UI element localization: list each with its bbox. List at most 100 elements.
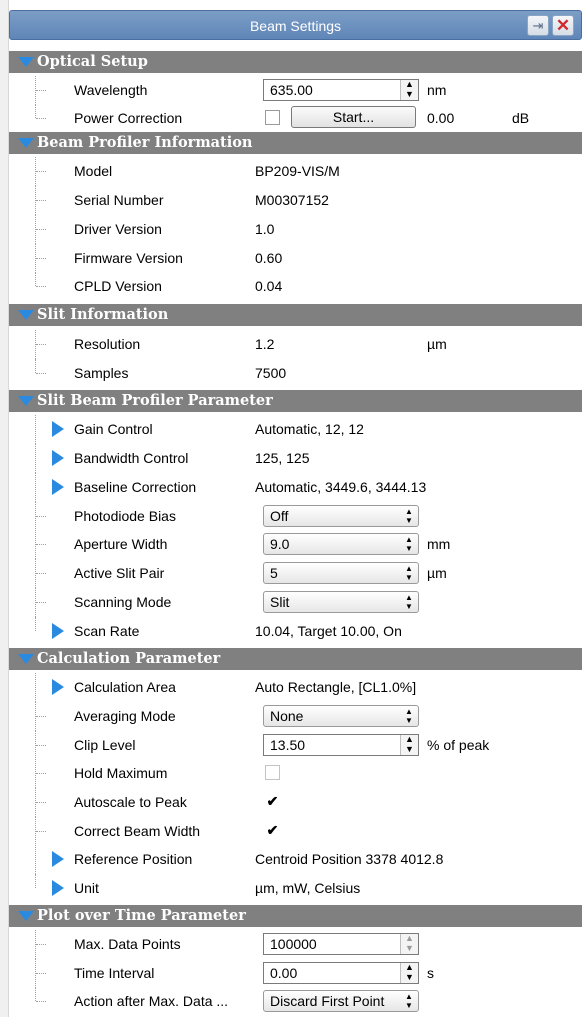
max-data-points-label: Max. Data Points: [74, 936, 181, 952]
collapse-triangle-icon[interactable]: [18, 310, 34, 320]
resolution-value: 1.2: [255, 336, 275, 352]
wavelength-value[interactable]: 635.00: [270, 82, 313, 98]
row-calculation-area[interactable]: Calculation Area Auto Rectangle, [CL1.0%…: [9, 673, 582, 702]
row-bandwidth-control[interactable]: Bandwidth Control 125, 125: [9, 444, 582, 473]
category-plot-over-time-parameter[interactable]: Plot over Time Parameter: [9, 905, 582, 927]
scan-rate-value: 10.04, Target 10.00, On: [255, 623, 402, 639]
scanning-mode-label: Scanning Mode: [74, 594, 172, 610]
category-label: Beam Profiler Information: [37, 134, 253, 151]
row-gain-control[interactable]: Gain Control Automatic, 12, 12: [9, 415, 582, 444]
averaging-mode-combo[interactable]: None ▲ ▼: [263, 705, 419, 727]
expand-arrow-icon[interactable]: [52, 623, 64, 639]
category-label: Slit Information: [37, 306, 169, 323]
averaging-mode-value[interactable]: None: [270, 708, 303, 724]
action-after-max-combo[interactable]: Discard First Point ▲ ▼: [263, 990, 419, 1012]
action-after-max-label: Action after Max. Data ...: [74, 993, 229, 1009]
row-averaging-mode: Averaging Mode None ▲ ▼: [9, 702, 582, 731]
scanning-mode-value[interactable]: Slit: [270, 594, 289, 610]
close-icon[interactable]: ✕: [552, 15, 574, 36]
wavelength-spinbox[interactable]: 635.00 ▲ ▼: [263, 79, 419, 101]
active-slit-pair-value[interactable]: 5: [270, 565, 278, 581]
autoscale-to-peak-checkbox[interactable]: ✔: [265, 794, 280, 809]
start-button[interactable]: Start...: [291, 106, 416, 128]
row-driver-version: Driver Version 1.0: [9, 215, 582, 244]
aperture-width-label: Aperture Width: [74, 536, 168, 552]
row-cpld-version: CPLD Version 0.04: [9, 272, 582, 301]
reference-position-value: Centroid Position 3378 4012.8: [255, 851, 444, 867]
active-slit-pair-label: Active Slit Pair: [74, 565, 165, 581]
category-optical-setup[interactable]: Optical Setup: [9, 51, 582, 73]
collapse-triangle-icon[interactable]: [18, 911, 34, 921]
category-slit-information[interactable]: Slit Information: [9, 304, 582, 326]
averaging-mode-label: Averaging Mode: [74, 708, 176, 724]
wavelength-unit: nm: [427, 82, 447, 98]
scanning-mode-combo[interactable]: Slit ▲ ▼: [263, 591, 419, 613]
time-interval-label: Time Interval: [74, 965, 155, 981]
bandwidth-control-value: 125, 125: [255, 450, 310, 466]
cpld-version-value: 0.04: [255, 278, 283, 294]
expand-arrow-icon[interactable]: [52, 479, 64, 495]
expand-arrow-icon[interactable]: [52, 450, 64, 466]
baseline-correction-label: Baseline Correction: [74, 479, 197, 495]
gain-control-label: Gain Control: [74, 421, 153, 437]
row-baseline-correction[interactable]: Baseline Correction Automatic, 3449.6, 3…: [9, 473, 582, 502]
expand-arrow-icon[interactable]: [52, 880, 64, 896]
row-wavelength: Wavelength 635.00 ▲ ▼ nm: [9, 76, 582, 105]
power-correction-checkbox[interactable]: [265, 110, 280, 125]
clip-level-spinbox[interactable]: 13.50 ▲ ▼: [263, 734, 419, 756]
time-interval-spinbox[interactable]: 0.00 ▲ ▼: [263, 962, 419, 984]
action-after-max-value[interactable]: Discard First Point: [270, 993, 384, 1009]
row-reference-position[interactable]: Reference Position Centroid Position 337…: [9, 845, 582, 874]
category-beam-profiler-information[interactable]: Beam Profiler Information: [9, 132, 582, 154]
combo-arrows-icon[interactable]: ▲ ▼: [404, 593, 414, 611]
aperture-width-value[interactable]: 9.0: [270, 536, 289, 552]
photodiode-bias-value[interactable]: Off: [270, 508, 288, 524]
combo-arrows-icon[interactable]: ▲ ▼: [404, 507, 414, 525]
row-samples: Samples 7500: [9, 359, 582, 388]
expand-arrow-icon[interactable]: [52, 851, 64, 867]
combo-arrows-icon[interactable]: ▲ ▼: [404, 707, 414, 725]
firmware-version-label: Firmware Version: [74, 250, 183, 266]
photodiode-bias-label: Photodiode Bias: [74, 508, 176, 524]
row-hold-maximum: Hold Maximum: [9, 759, 582, 788]
combo-arrows-icon[interactable]: ▲ ▼: [404, 564, 414, 582]
spin-arrows-icon[interactable]: ▲ ▼: [400, 963, 418, 983]
unit-label: Unit: [74, 880, 99, 896]
photodiode-bias-combo[interactable]: Off ▲ ▼: [263, 505, 419, 527]
gain-control-value: Automatic, 12, 12: [255, 421, 364, 437]
spin-arrows-icon[interactable]: ▲ ▼: [400, 80, 418, 100]
collapse-triangle-icon[interactable]: [18, 654, 34, 664]
row-scan-rate[interactable]: Scan Rate 10.04, Target 10.00, On: [9, 617, 582, 646]
clip-level-value[interactable]: 13.50: [270, 737, 305, 753]
collapse-triangle-icon[interactable]: [18, 138, 34, 148]
expand-arrow-icon[interactable]: [52, 421, 64, 437]
max-data-points-value[interactable]: 100000: [270, 936, 317, 952]
category-label: Calculation Parameter: [37, 650, 221, 667]
aperture-width-combo[interactable]: 9.0 ▲ ▼: [263, 533, 419, 555]
category-calculation-parameter[interactable]: Calculation Parameter: [9, 648, 582, 670]
combo-arrows-icon[interactable]: ▲ ▼: [404, 992, 414, 1010]
row-clip-level: Clip Level 13.50 ▲ ▼ % of peak: [9, 731, 582, 760]
power-correction-label: Power Correction: [74, 110, 183, 126]
max-data-points-spinbox[interactable]: 100000 ▲ ▼: [263, 933, 419, 955]
row-correct-beam-width: Correct Beam Width ✔: [9, 817, 582, 846]
hold-maximum-checkbox[interactable]: [265, 765, 280, 780]
row-unit[interactable]: Unit µm, mW, Celsius: [9, 874, 582, 903]
window-titlebar[interactable]: Beam Settings ⇥ ✕: [9, 10, 582, 40]
spin-arrows-icon[interactable]: ▲ ▼: [400, 735, 418, 755]
pin-icon[interactable]: ⇥: [527, 15, 549, 36]
correct-beam-width-checkbox[interactable]: ✔: [265, 823, 280, 838]
collapse-triangle-icon[interactable]: [18, 396, 34, 406]
collapse-triangle-icon[interactable]: [18, 57, 34, 67]
row-autoscale-to-peak: Autoscale to Peak ✔: [9, 788, 582, 817]
category-slit-beam-profiler-parameter[interactable]: Slit Beam Profiler Parameter: [9, 390, 582, 412]
calculation-area-value: Auto Rectangle, [CL1.0%]: [255, 679, 417, 695]
correct-beam-width-label: Correct Beam Width: [74, 823, 201, 839]
combo-arrows-icon[interactable]: ▲ ▼: [404, 535, 414, 553]
time-interval-value[interactable]: 0.00: [270, 965, 297, 981]
active-slit-pair-combo[interactable]: 5 ▲ ▼: [263, 562, 419, 584]
row-model: Model BP209-VIS/M: [9, 157, 582, 186]
expand-arrow-icon[interactable]: [52, 679, 64, 695]
calculation-area-label: Calculation Area: [74, 679, 176, 695]
spin-arrows-icon[interactable]: ▲ ▼: [400, 934, 418, 954]
